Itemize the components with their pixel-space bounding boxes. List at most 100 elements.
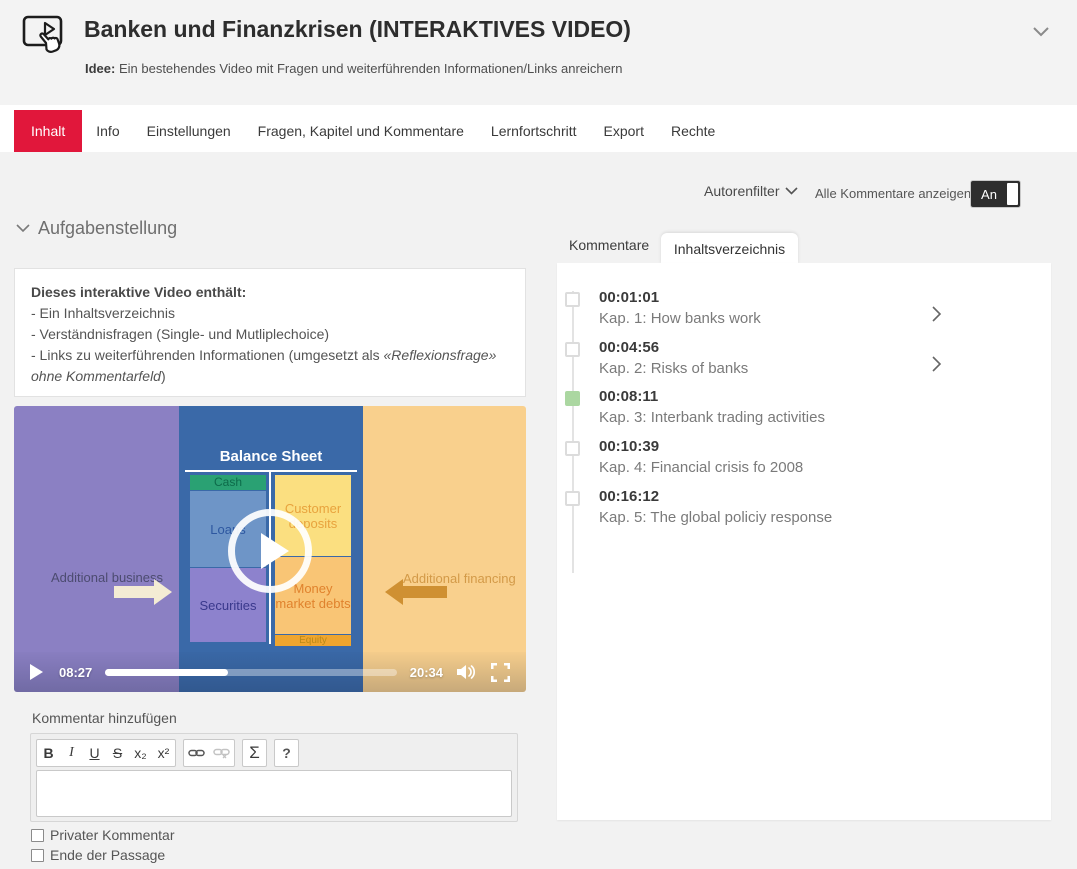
page-title: Banken und Finanzkrisen (INTERAKTIVES VI…	[84, 16, 631, 43]
chevron-right-icon[interactable]	[931, 305, 942, 323]
chapter-3-checkbox[interactable]	[565, 391, 580, 406]
remove-link-button[interactable]	[209, 740, 234, 766]
tab-info[interactable]: Info	[83, 110, 132, 152]
end-of-passage-row: Ende der Passage	[31, 847, 165, 863]
show-all-comments-label: Alle Kommentare anzeigen:	[815, 186, 975, 201]
comment-editor: B I U S x₂ x²	[30, 733, 518, 822]
volume-button[interactable]	[456, 664, 476, 680]
toggle-knob	[1007, 183, 1018, 205]
formula-button[interactable]: Σ	[243, 740, 266, 766]
task-intro: Dieses interaktive Video enthält:	[31, 282, 509, 303]
chevron-down-icon	[16, 224, 30, 233]
task-line-3: - Links zu weiterführenden Informationen…	[31, 345, 509, 387]
interactive-video-icon	[18, 10, 68, 60]
current-time: 08:27	[59, 665, 92, 680]
italic-button[interactable]: I	[60, 740, 83, 766]
private-comment-label: Privater Kommentar	[50, 827, 174, 843]
chapter-item-3[interactable]: 00:08:11 Kap. 3: Interbank trading activ…	[557, 388, 1051, 438]
video-controls-bar: 08:27 20:34	[14, 652, 526, 692]
tab-export[interactable]: Export	[591, 110, 657, 152]
tab-inhalt[interactable]: Inhalt	[14, 110, 82, 152]
toggle-state-label: An	[971, 181, 1007, 207]
arrow-right-icon	[114, 586, 154, 598]
chapter-item-1[interactable]: 00:01:01 Kap. 1: How banks work	[557, 289, 1051, 339]
chapter-1-checkbox[interactable]	[565, 292, 580, 307]
fullscreen-icon	[491, 663, 510, 682]
tab-rechte[interactable]: Rechte	[658, 110, 728, 152]
video-progress-fill	[105, 669, 227, 676]
editor-toolbar: B I U S x₂ x²	[36, 739, 512, 767]
table-of-contents-panel: 00:01:01 Kap. 1: How banks work 00:04:56…	[557, 263, 1051, 820]
slide-left-section	[14, 406, 179, 692]
progress-bar[interactable]	[105, 669, 397, 676]
subscript-button[interactable]: x₂	[129, 740, 152, 766]
chapter-item-5[interactable]: 00:16:12 Kap. 5: The global policiy resp…	[557, 488, 1051, 538]
underline-button[interactable]: U	[83, 740, 106, 766]
tab-fragen-kapitel-kommentare[interactable]: Fragen, Kapitel und Kommentare	[245, 110, 477, 152]
slide-right-label: Additional financing	[403, 571, 516, 586]
balance-sheet-title: Balance Sheet	[179, 448, 363, 465]
tab-kommentare[interactable]: Kommentare	[569, 237, 649, 253]
idea-label: Idee:	[85, 61, 115, 76]
chapter-item-2[interactable]: 00:04:56 Kap. 2: Risks of banks	[557, 339, 1051, 389]
fullscreen-button[interactable]	[491, 663, 510, 682]
tab-einstellungen[interactable]: Einstellungen	[134, 110, 244, 152]
task-section-header[interactable]: Aufgabenstellung	[16, 218, 177, 239]
task-description-box: Dieses interaktive Video enthält: - Ein …	[14, 268, 526, 397]
big-play-button[interactable]	[228, 509, 312, 593]
page-header: Banken und Finanzkrisen (INTERAKTIVES VI…	[0, 0, 1077, 105]
chapter-5-time: 00:16:12	[599, 488, 659, 505]
add-comment-label: Kommentar hinzufügen	[32, 710, 177, 726]
volume-icon	[456, 664, 476, 680]
chapter-2-checkbox[interactable]	[565, 342, 580, 357]
task-section-title: Aufgabenstellung	[38, 218, 177, 239]
arrow-left-icon	[403, 586, 447, 598]
author-filter-dropdown[interactable]: Autorenfilter	[704, 183, 798, 199]
play-button[interactable]	[30, 664, 43, 680]
page: Banken und Finanzkrisen (INTERAKTIVES VI…	[0, 0, 1077, 869]
duration: 20:34	[410, 665, 443, 680]
tab-inhaltsverzeichnis[interactable]: Inhaltsverzeichnis	[661, 233, 798, 264]
chevron-right-icon[interactable]	[931, 355, 942, 373]
header-collapse-chevron-down-icon[interactable]	[1032, 26, 1050, 37]
chapter-5-checkbox[interactable]	[565, 491, 580, 506]
slide-left-label: Additional business	[51, 570, 163, 585]
chapter-2-title: Kap. 2: Risks of banks	[599, 360, 748, 377]
bold-button[interactable]: B	[37, 740, 60, 766]
slide-right-section	[363, 406, 526, 692]
main-tabbar: Inhalt Info Einstellungen Fragen, Kapite…	[0, 105, 1077, 152]
end-of-passage-checkbox[interactable]	[31, 849, 44, 862]
chapter-4-time: 00:10:39	[599, 438, 659, 455]
superscript-button[interactable]: x²	[152, 740, 175, 766]
comment-input[interactable]	[36, 770, 512, 817]
balance-item-cash: Cash	[190, 475, 266, 490]
chapter-4-title: Kap. 4: Financial crisis fo 2008	[599, 459, 803, 476]
play-icon	[261, 533, 289, 569]
show-all-comments-toggle[interactable]: An	[971, 181, 1020, 207]
private-comment-checkbox[interactable]	[31, 829, 44, 842]
chapter-4-checkbox[interactable]	[565, 441, 580, 456]
task-line-2: - Verständnisfragen (Single- und Mutlipl…	[31, 324, 509, 345]
page-subtitle: Idee: Ein bestehendes Video mit Fragen u…	[85, 61, 622, 76]
strikethrough-button[interactable]: S	[106, 740, 129, 766]
insert-link-button[interactable]	[184, 740, 209, 766]
editor-help-button[interactable]: ?	[275, 740, 298, 766]
task-line-1: - Ein Inhaltsverzeichnis	[31, 303, 509, 324]
private-comment-row: Privater Kommentar	[31, 827, 174, 843]
unlink-icon	[213, 747, 230, 759]
chapter-3-time: 00:08:11	[599, 388, 658, 405]
chevron-down-icon	[785, 187, 798, 195]
chapter-1-time: 00:01:01	[599, 289, 659, 306]
balance-sheet-underline	[185, 470, 357, 472]
chapter-1-title: Kap. 1: How banks work	[599, 310, 761, 327]
balance-item-equity: Equity	[275, 635, 351, 646]
chapter-5-title: Kap. 5: The global policiy response	[599, 509, 832, 526]
tab-lernfortschritt[interactable]: Lernfortschritt	[478, 110, 590, 152]
idea-text: Ein bestehendes Video mit Fragen und wei…	[115, 61, 622, 76]
link-icon	[188, 748, 205, 758]
chapter-3-title: Kap. 3: Interbank trading activities	[599, 409, 825, 426]
chapter-2-time: 00:04:56	[599, 339, 659, 356]
chapter-item-4[interactable]: 00:10:39 Kap. 4: Financial crisis fo 200…	[557, 438, 1051, 488]
video-player[interactable]: Balance Sheet Cash Loans Securities Cust…	[14, 406, 526, 692]
end-of-passage-label: Ende der Passage	[50, 847, 165, 863]
